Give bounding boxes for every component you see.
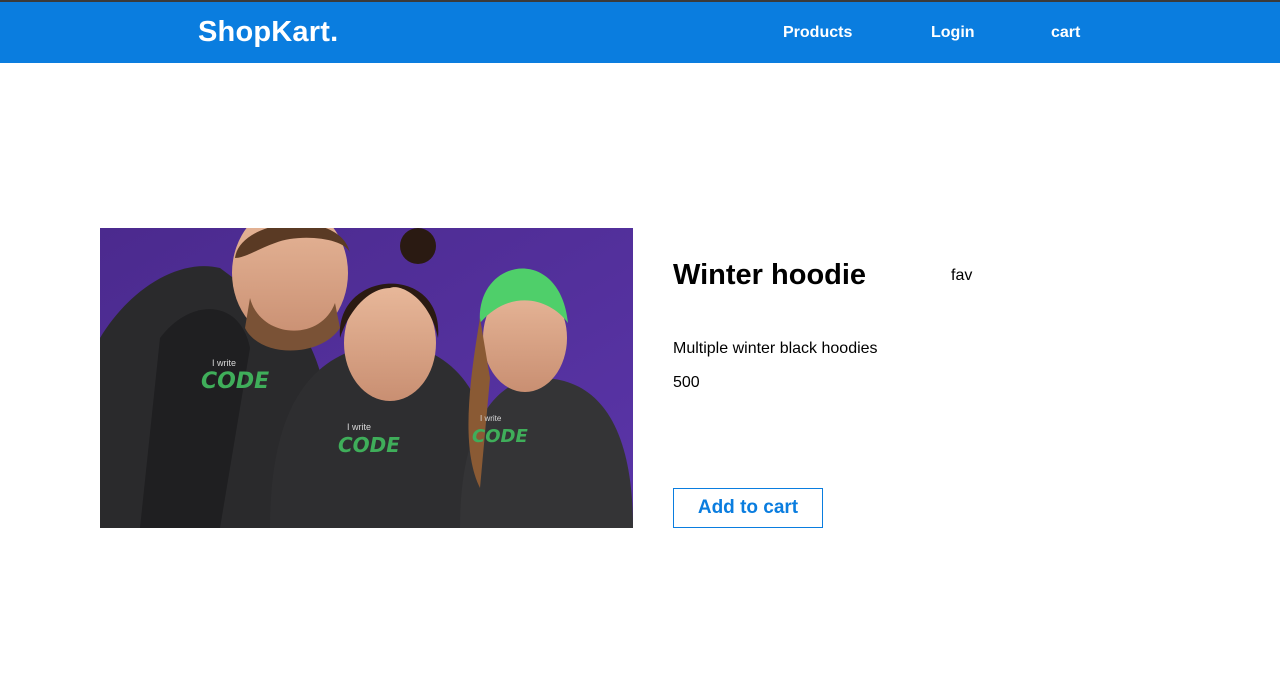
product-price: 500	[673, 374, 700, 391]
favorite-toggle[interactable]: fav	[951, 267, 972, 285]
nav-cart-link[interactable]: cart	[1051, 24, 1080, 42]
hoodie-print-large-2: CODE	[338, 433, 400, 457]
product-title: Winter hoodie	[673, 259, 867, 291]
hoodie-print-small-3: I write	[480, 414, 502, 423]
hoodie-print-small-1: I write	[212, 358, 236, 368]
product-description: Multiple winter black hoodies	[673, 340, 878, 357]
add-to-cart-button[interactable]: Add to cart	[673, 488, 823, 528]
hoodie-print-large-3: CODE	[472, 426, 528, 447]
top-navbar: ShopKart. Products Login cart	[0, 0, 1280, 63]
nav-login-link[interactable]: Login	[931, 24, 975, 42]
brand-logo[interactable]: ShopKart.	[198, 16, 338, 49]
nav-products-link[interactable]: Products	[783, 24, 852, 42]
product-image: I write CODE I write CODE I write CODE	[100, 228, 633, 528]
hoodie-print-large-1: CODE	[201, 369, 269, 394]
hoodie-print-small-2: I write	[347, 422, 371, 432]
